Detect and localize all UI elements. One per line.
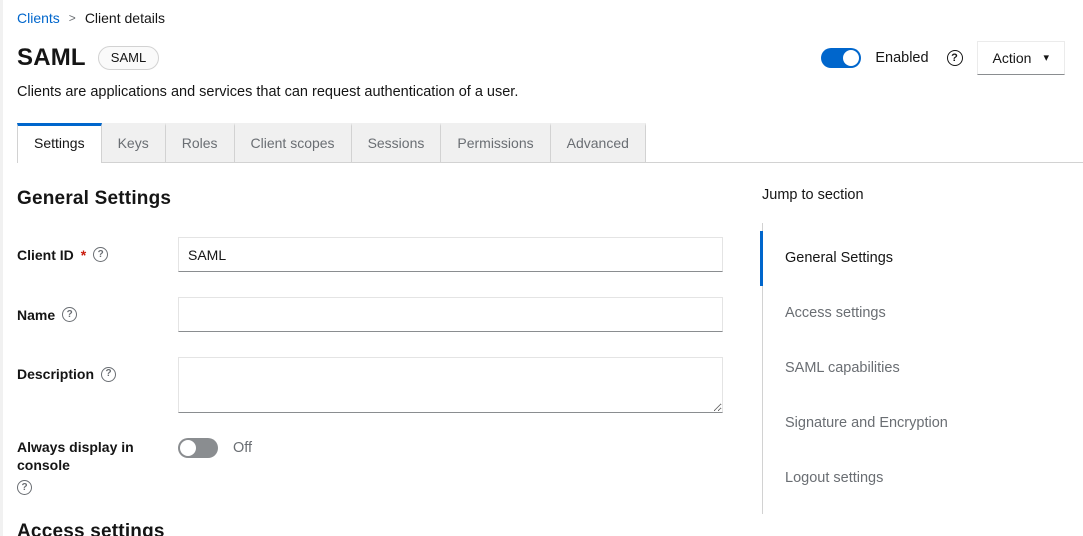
client-id-input[interactable] xyxy=(178,237,723,272)
action-dropdown-button[interactable]: Action ▾ xyxy=(977,41,1065,75)
jump-nav: Jump to section General Settings Access … xyxy=(762,163,1065,514)
tab-settings[interactable]: Settings xyxy=(17,123,102,163)
name-label: Name ? xyxy=(17,306,178,324)
header-controls: Enabled ? Action ▾ xyxy=(821,41,1065,75)
jump-link-saml-capabilities[interactable]: SAML capabilities xyxy=(760,341,1065,396)
tab-permissions[interactable]: Permissions xyxy=(441,123,550,162)
client-id-row: Client ID * ? xyxy=(17,237,723,272)
content-area: General Settings Client ID * ? Name ? D xyxy=(17,163,1065,536)
description-label: Description ? xyxy=(17,357,178,383)
jump-link-access-settings[interactable]: Access settings xyxy=(760,286,1065,341)
jump-nav-list: General Settings Access settings SAML ca… xyxy=(762,223,1065,514)
title-group: SAML SAML xyxy=(17,44,159,72)
always-display-state-label: Off xyxy=(233,440,252,456)
description-help-icon[interactable]: ? xyxy=(101,367,116,382)
always-display-label-text: Always display in console xyxy=(17,438,166,474)
jump-link-logout-settings[interactable]: Logout settings xyxy=(760,451,1065,506)
protocol-badge: SAML xyxy=(98,46,159,71)
name-input[interactable] xyxy=(178,297,723,332)
tab-advanced[interactable]: Advanced xyxy=(551,123,646,162)
caret-down-icon: ▾ xyxy=(1043,53,1049,64)
tab-sessions[interactable]: Sessions xyxy=(352,123,442,162)
always-display-toggle-group: Off xyxy=(178,438,723,458)
enabled-toggle[interactable] xyxy=(821,48,861,68)
description-label-text: Description xyxy=(17,365,94,383)
name-label-text: Name xyxy=(17,306,55,324)
always-display-help-icon[interactable]: ? xyxy=(17,480,32,495)
settings-form: General Settings Client ID * ? Name ? D xyxy=(17,163,723,536)
breadcrumb-clients-link[interactable]: Clients xyxy=(17,10,60,26)
page-left-edge xyxy=(0,0,3,536)
breadcrumb-separator-icon: > xyxy=(69,11,76,25)
description-row: Description ? xyxy=(17,357,723,413)
enabled-toggle-label: Enabled xyxy=(875,50,928,66)
page-header: SAML SAML Enabled ? Action ▾ xyxy=(17,41,1065,75)
always-display-label: Always display in console ? xyxy=(17,438,178,495)
page-subtitle: Clients are applications and services th… xyxy=(17,84,1065,100)
jump-link-signature-encryption[interactable]: Signature and Encryption xyxy=(760,396,1065,451)
section-title-general-settings: General Settings xyxy=(17,188,723,210)
action-dropdown-label: Action xyxy=(993,50,1032,66)
tab-client-scopes[interactable]: Client scopes xyxy=(235,123,352,162)
tab-bar: Settings Keys Roles Client scopes Sessio… xyxy=(17,123,1083,163)
always-display-row: Always display in console ? Off xyxy=(17,438,723,495)
jump-nav-title: Jump to section xyxy=(762,187,1065,203)
client-id-help-icon[interactable]: ? xyxy=(93,247,108,262)
jump-link-general-settings[interactable]: General Settings xyxy=(760,231,1065,286)
toggle-knob xyxy=(843,50,859,66)
client-details-page: Clients > Client details SAML SAML Enabl… xyxy=(0,0,1083,536)
section-title-access-settings: Access settings xyxy=(17,521,723,536)
client-id-label: Client ID * ? xyxy=(17,246,178,264)
breadcrumb: Clients > Client details xyxy=(17,10,1065,26)
client-id-label-text: Client ID xyxy=(17,246,74,264)
tab-keys[interactable]: Keys xyxy=(102,123,166,162)
name-row: Name ? xyxy=(17,297,723,332)
name-help-icon[interactable]: ? xyxy=(62,307,77,322)
page-title: SAML xyxy=(17,44,86,72)
always-display-toggle[interactable] xyxy=(178,438,218,458)
tab-roles[interactable]: Roles xyxy=(166,123,235,162)
enabled-help-icon[interactable]: ? xyxy=(947,50,963,66)
breadcrumb-current: Client details xyxy=(85,10,165,26)
required-asterisk: * xyxy=(81,246,86,264)
description-textarea[interactable] xyxy=(178,357,723,413)
toggle-knob xyxy=(180,440,196,456)
